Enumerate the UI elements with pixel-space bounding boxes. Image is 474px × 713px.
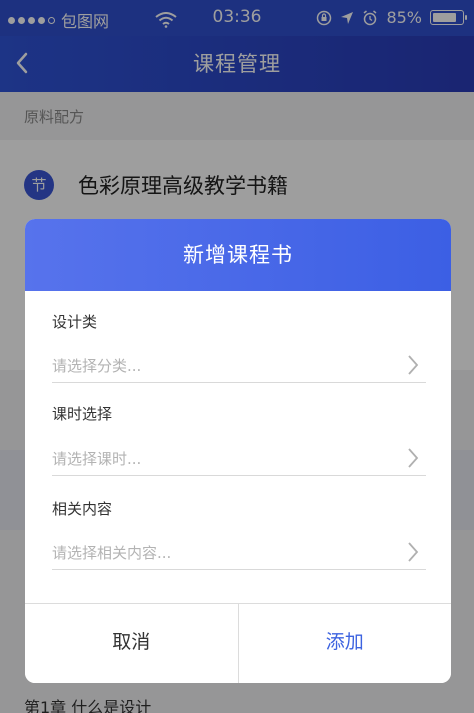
- cancel-button[interactable]: 取消: [25, 604, 239, 683]
- related-content-label: 相关内容: [52, 500, 113, 518]
- category-select[interactable]: 请选择分类...: [52, 349, 426, 383]
- chevron-right-icon: [408, 542, 419, 562]
- lesson-time-label: 课时选择: [52, 405, 113, 423]
- add-course-book-dialog: 新增课程书 设计类 请选择分类... 课时选择 请选择课时... 相关内容 请选…: [25, 219, 451, 683]
- related-content-placeholder: 请选择相关内容...: [52, 544, 172, 562]
- category-label: 设计类: [52, 313, 98, 331]
- dialog-title: 新增课程书: [25, 219, 451, 291]
- chevron-right-icon: [408, 448, 419, 468]
- chevron-right-icon: [408, 355, 419, 375]
- dialog-actions: 取消 添加: [25, 603, 451, 683]
- lesson-time-placeholder: 请选择课时...: [52, 450, 142, 468]
- lesson-time-select[interactable]: 请选择课时...: [52, 442, 426, 476]
- category-placeholder: 请选择分类...: [52, 357, 142, 375]
- related-content-select[interactable]: 请选择相关内容...: [52, 536, 426, 570]
- add-button[interactable]: 添加: [238, 604, 451, 683]
